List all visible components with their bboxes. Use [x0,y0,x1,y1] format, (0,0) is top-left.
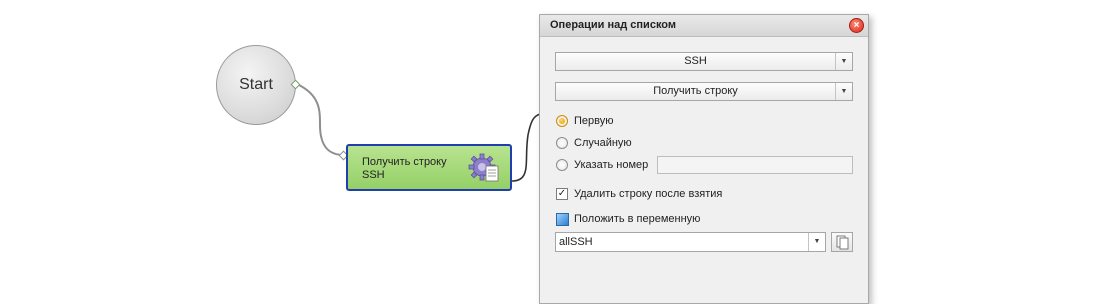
delete-after-take-option[interactable]: ✓ Удалить строку после взятия [556,186,722,202]
start-to-action-connector [296,83,345,156]
dialog-title: Операции над списком [550,19,677,31]
operation-select-value: Получить строку [653,85,738,97]
save-to-variable-label: Положить в переменную [574,213,701,225]
radio-specify-number-label: Указать номер [574,159,649,171]
delete-after-take-checkbox[interactable]: ✓ [556,188,568,200]
chevron-down-icon[interactable]: ▼ [835,83,852,100]
radio-random[interactable]: Случайную [556,135,632,151]
delete-after-take-label: Удалить строку после взятия [574,188,723,200]
line-number-input[interactable] [657,156,853,174]
variable-icon [556,212,569,226]
radio-specify-number[interactable]: Указать номер [556,157,648,173]
close-button[interactable]: × [849,18,864,33]
radio-random-label: Случайную [574,137,632,149]
list-select-value: SSH [684,55,707,67]
radio-button-first[interactable] [556,115,568,127]
radio-button-specify-number[interactable] [556,159,568,171]
list-operations-dialog: Операции над списком × SSH ▼ Получить ст… [539,14,869,304]
dialog-titlebar[interactable]: Операции над списком × [540,15,868,37]
list-select[interactable]: SSH ▼ [555,52,853,71]
action-to-next-connector [511,113,541,182]
radio-button-random[interactable] [556,137,568,149]
save-to-variable-row: Положить в переменную [556,211,700,227]
radio-first-label: Первую [574,115,614,127]
start-node[interactable]: Start [216,45,296,125]
variable-select-value: allSSH [559,236,593,248]
clipboard-icon [836,235,849,250]
chevron-down-icon[interactable]: ▼ [808,233,825,251]
start-node-label: Start [239,76,273,93]
variable-select[interactable]: allSSH ▼ [555,232,826,252]
operation-select[interactable]: Получить строку ▼ [555,82,853,101]
chevron-down-icon[interactable]: ▼ [835,53,852,70]
radio-first[interactable]: Первую [556,113,614,129]
paste-variable-button[interactable] [831,232,853,252]
gear-document-icon [468,153,499,182]
get-line-action-node[interactable]: Получить строку SSH [346,144,512,191]
close-icon: × [853,20,860,31]
action-node-label: Получить строку SSH [362,156,447,181]
